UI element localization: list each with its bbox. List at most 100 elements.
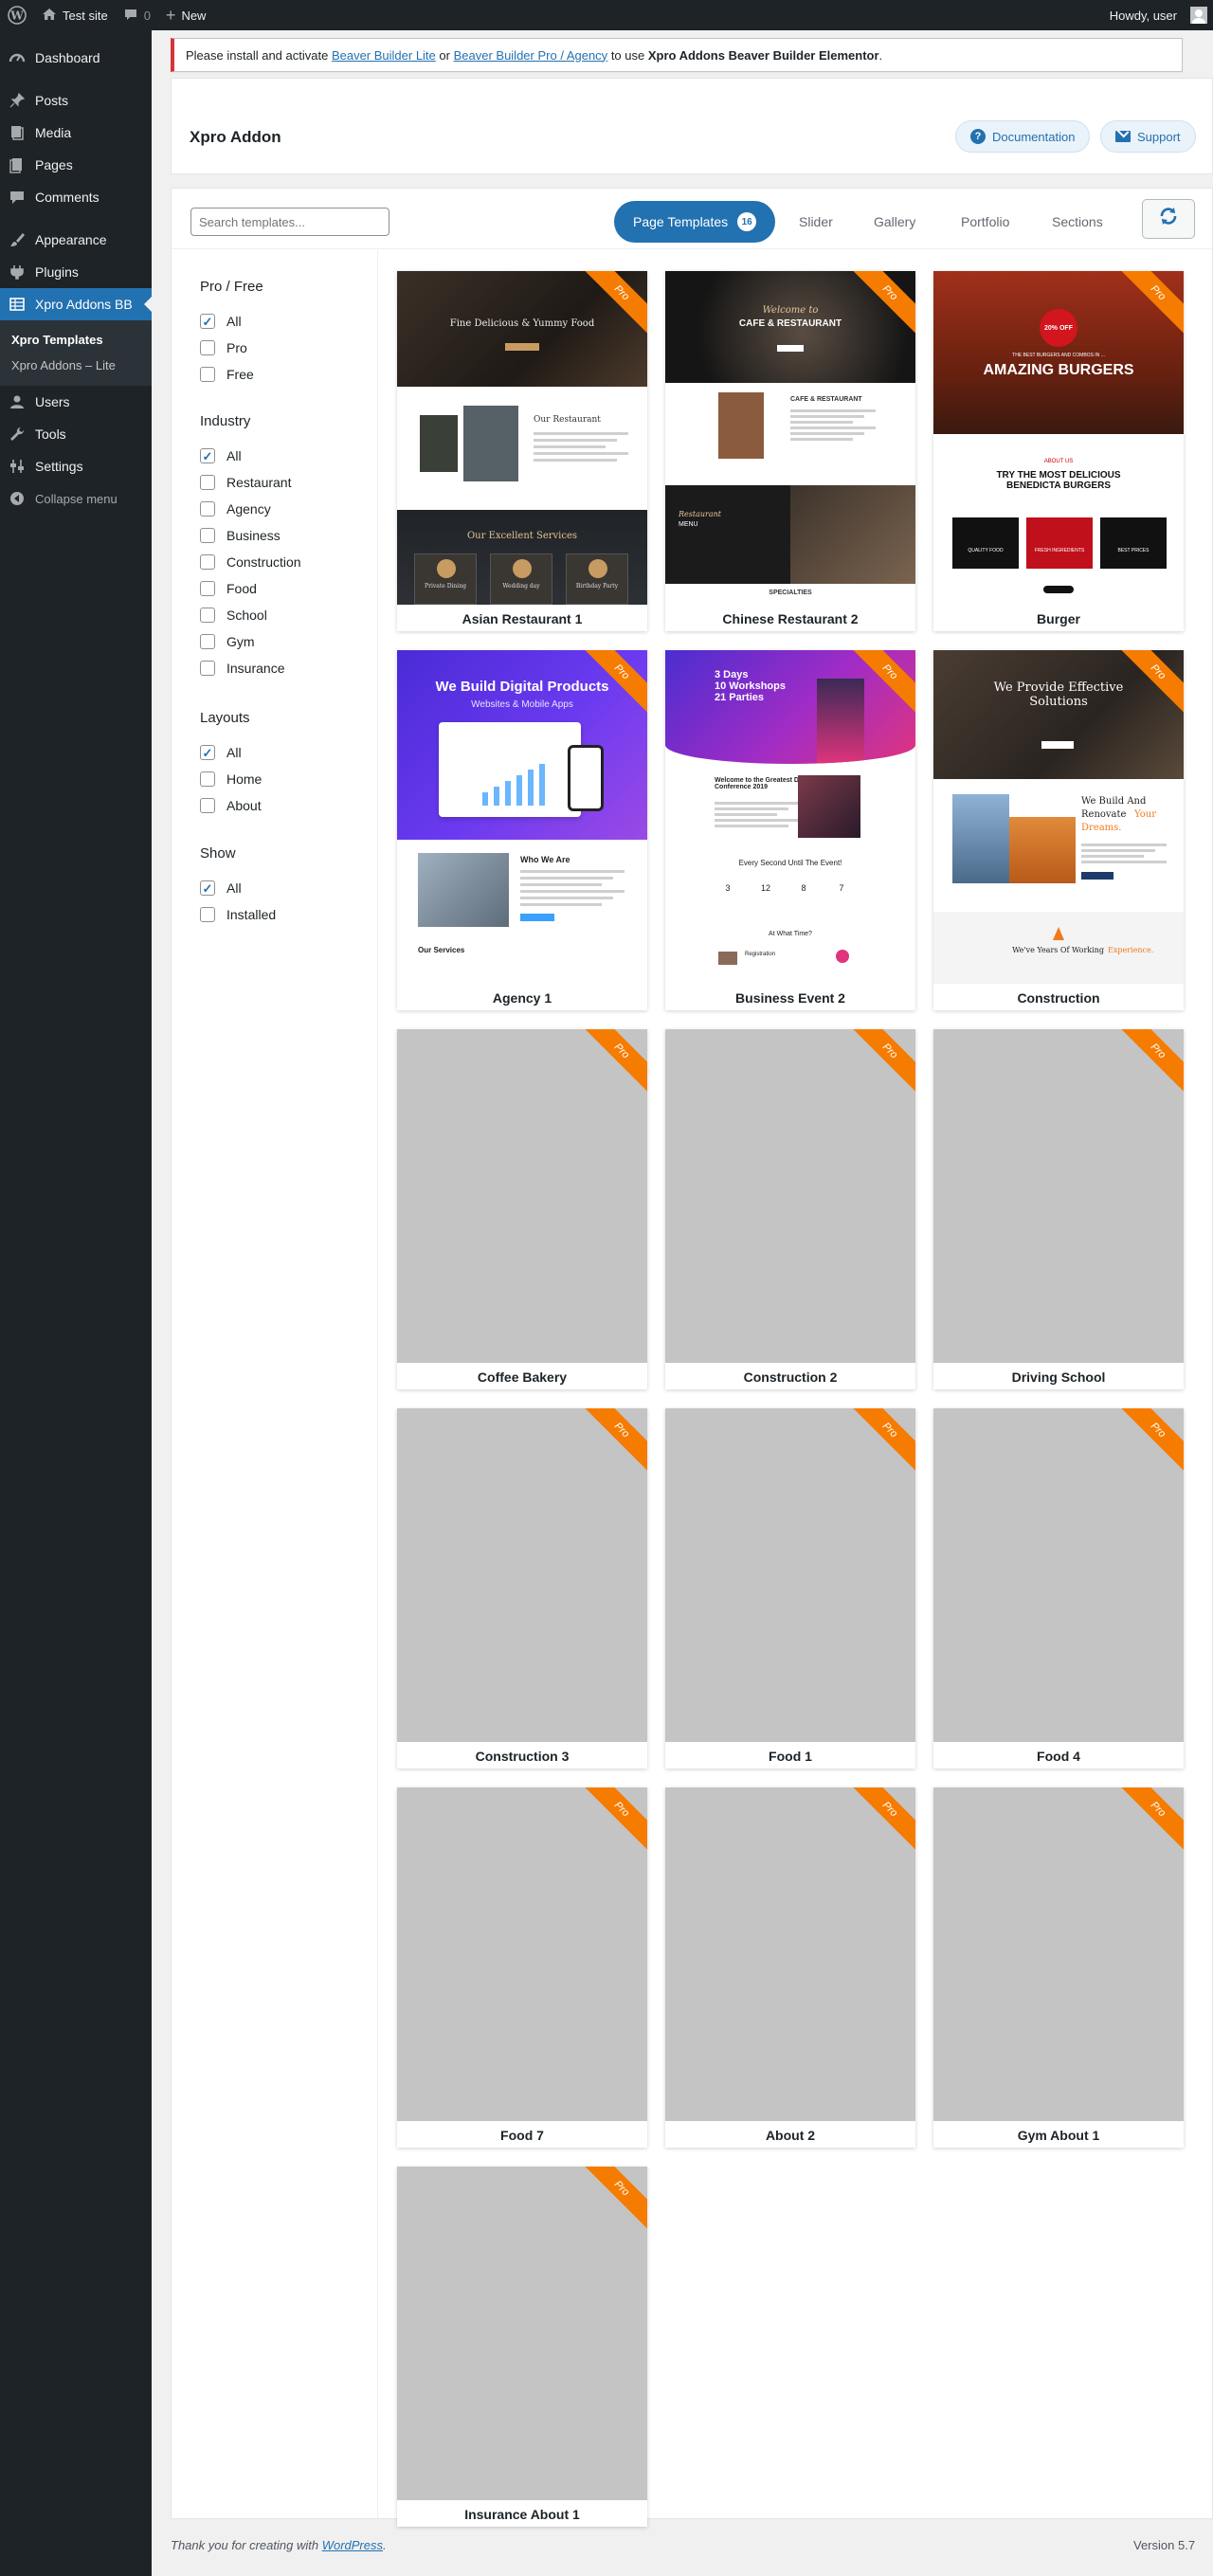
template-thumbnail[interactable]: 20% OFF THE BEST BURGERS AND COMBOS IN ..… — [933, 271, 1184, 605]
tab-gallery[interactable]: Gallery — [874, 201, 915, 243]
wordpress-logo-icon[interactable]: W — [0, 0, 34, 30]
tab-sections[interactable]: Sections — [1052, 201, 1103, 243]
template-card[interactable]: Pro Construction 2 — [665, 1029, 915, 1389]
checkbox-icon[interactable] — [200, 581, 215, 596]
template-thumbnail[interactable]: Pro — [397, 1029, 647, 1363]
wordpress-link[interactable]: WordPress — [322, 2538, 383, 2552]
template-thumbnail[interactable]: Pro — [665, 1787, 915, 2121]
menu-settings[interactable]: Settings — [0, 450, 152, 482]
filter-option[interactable]: ✓ All — [200, 739, 371, 766]
menu-media[interactable]: Media — [0, 117, 152, 149]
template-card[interactable]: Welcome to CAFE & RESTAURANT CAFE & RESTAU… — [665, 271, 915, 631]
filter-option[interactable]: Restaurant — [200, 469, 371, 496]
template-thumbnail[interactable]: Pro — [397, 1787, 647, 2121]
template-card[interactable]: Pro Construction 3 — [397, 1408, 647, 1769]
tab-portfolio[interactable]: Portfolio — [961, 201, 1009, 243]
menu-users[interactable]: Users — [0, 386, 152, 418]
filter-option-label: All — [226, 448, 242, 463]
template-thumbnail[interactable]: We Provide Effective Solutions We Build A… — [933, 650, 1184, 984]
filter-option[interactable]: Construction — [200, 549, 371, 575]
template-card[interactable]: Pro About 2 — [665, 1787, 915, 2148]
template-card[interactable]: Pro Food 4 — [933, 1408, 1184, 1769]
filter-option[interactable]: Pro — [200, 335, 371, 361]
checkbox-icon[interactable] — [200, 475, 215, 490]
checkbox-icon[interactable] — [200, 634, 215, 649]
refresh-button[interactable] — [1142, 199, 1195, 239]
comments-link[interactable]: 0 — [116, 0, 158, 30]
checkbox-icon[interactable] — [200, 501, 215, 517]
template-thumbnail[interactable]: Pro — [665, 1408, 915, 1742]
documentation-button[interactable]: ? Documentation — [955, 120, 1091, 153]
submenu-xpro-templates[interactable]: Xpro Templates — [0, 327, 152, 353]
menu-appearance[interactable]: Appearance — [0, 224, 152, 256]
collapse-menu-button[interactable]: Collapse menu — [0, 482, 152, 515]
filter-option[interactable]: Free — [200, 361, 371, 388]
template-card[interactable]: Pro Food 7 — [397, 1787, 647, 2148]
template-thumbnail[interactable]: Pro — [397, 1408, 647, 1742]
template-thumbnail[interactable]: 3 Days 10 Workshops 21 Parties Welcome to… — [665, 650, 915, 984]
template-thumbnail[interactable]: Fine Delicious & Yummy Food Our Restauran… — [397, 271, 647, 605]
checkbox-checked-icon[interactable]: ✓ — [200, 880, 215, 896]
checkbox-icon[interactable] — [200, 907, 215, 922]
beaver-lite-link[interactable]: Beaver Builder Lite — [332, 48, 436, 63]
template-card[interactable]: 3 Days 10 Workshops 21 Parties Welcome to… — [665, 650, 915, 1010]
tab-page-templates[interactable]: Page Templates 16 — [614, 201, 776, 243]
new-content-link[interactable]: + New — [158, 0, 214, 30]
filter-option[interactable]: Business — [200, 522, 371, 549]
template-card[interactable]: Pro Food 1 — [665, 1408, 915, 1769]
template-card[interactable]: Fine Delicious & Yummy Food Our Restauran… — [397, 271, 647, 631]
checkbox-icon[interactable] — [200, 340, 215, 355]
templates-toolbar: Page Templates 16 Slider Gallery Portfol… — [172, 189, 1212, 249]
support-button[interactable]: Support — [1100, 120, 1196, 153]
filter-option[interactable]: Home — [200, 766, 371, 792]
filter-option[interactable]: Agency — [200, 496, 371, 522]
template-card[interactable]: Pro Coffee Bakery — [397, 1029, 647, 1389]
filter-option[interactable]: Insurance — [200, 655, 371, 681]
filter-option[interactable]: ✓ All — [200, 308, 371, 335]
filter-option[interactable]: Gym — [200, 628, 371, 655]
menu-posts[interactable]: Posts — [0, 84, 152, 117]
checkbox-icon[interactable] — [200, 367, 215, 382]
template-card[interactable]: We Provide Effective Solutions We Build A… — [933, 650, 1184, 1010]
checkbox-icon[interactable] — [200, 528, 215, 543]
menu-plugins[interactable]: Plugins — [0, 256, 152, 288]
filter-option[interactable]: About — [200, 792, 371, 819]
filter-option[interactable]: School — [200, 602, 371, 628]
template-card[interactable]: Pro Driving School — [933, 1029, 1184, 1389]
checkbox-icon[interactable] — [200, 771, 215, 787]
menu-comments[interactable]: Comments — [0, 181, 152, 213]
checkbox-icon[interactable] — [200, 554, 215, 570]
template-thumbnail[interactable]: Welcome to CAFE & RESTAURANT CAFE & RESTAU… — [665, 271, 915, 605]
template-thumbnail[interactable]: Pro — [933, 1029, 1184, 1363]
menu-pages[interactable]: Pages — [0, 149, 152, 181]
template-thumbnail[interactable]: Pro — [665, 1029, 915, 1363]
template-thumbnail[interactable]: We Build Digital Products Websites & Mobi… — [397, 650, 647, 984]
site-name-link[interactable]: Test site — [34, 0, 116, 30]
checkbox-checked-icon[interactable]: ✓ — [200, 745, 215, 760]
checkbox-icon[interactable] — [200, 798, 215, 813]
submenu-xpro-addons-lite[interactable]: Xpro Addons – Lite — [0, 353, 152, 378]
checkbox-icon[interactable] — [200, 608, 215, 623]
checkbox-checked-icon[interactable]: ✓ — [200, 314, 215, 329]
beaver-pro-link[interactable]: Beaver Builder Pro / Agency — [454, 48, 608, 63]
filter-option[interactable]: ✓ All — [200, 443, 371, 469]
filter-option[interactable]: Food — [200, 575, 371, 602]
template-thumbnail[interactable]: Pro — [933, 1408, 1184, 1742]
tab-slider[interactable]: Slider — [799, 201, 833, 243]
menu-dashboard[interactable]: Dashboard — [0, 42, 152, 74]
menu-xpro-addons-bb[interactable]: Xpro Addons BB — [0, 288, 152, 320]
my-account-link[interactable]: Howdy, user — [1102, 0, 1213, 30]
checkbox-checked-icon[interactable]: ✓ — [200, 448, 215, 463]
menu-tools[interactable]: Tools — [0, 418, 152, 450]
filter-option[interactable]: ✓ All — [200, 875, 371, 901]
template-thumbnail[interactable]: Pro — [397, 2167, 647, 2500]
template-card[interactable]: 20% OFF THE BEST BURGERS AND COMBOS IN ..… — [933, 271, 1184, 631]
template-card[interactable]: We Build Digital Products Websites & Mobi… — [397, 650, 647, 1010]
template-card[interactable]: Pro Gym About 1 — [933, 1787, 1184, 2148]
checkbox-icon[interactable] — [200, 661, 215, 676]
template-thumbnail[interactable]: Pro — [933, 1787, 1184, 2121]
filters-sidebar: Pro / Free ✓ All Pro Free Industry ✓ All Restaur… — [172, 250, 378, 2519]
filter-option[interactable]: Installed — [200, 901, 371, 928]
search-templates-input[interactable] — [190, 208, 389, 236]
template-card[interactable]: Pro Insurance About 1 — [397, 2167, 647, 2527]
